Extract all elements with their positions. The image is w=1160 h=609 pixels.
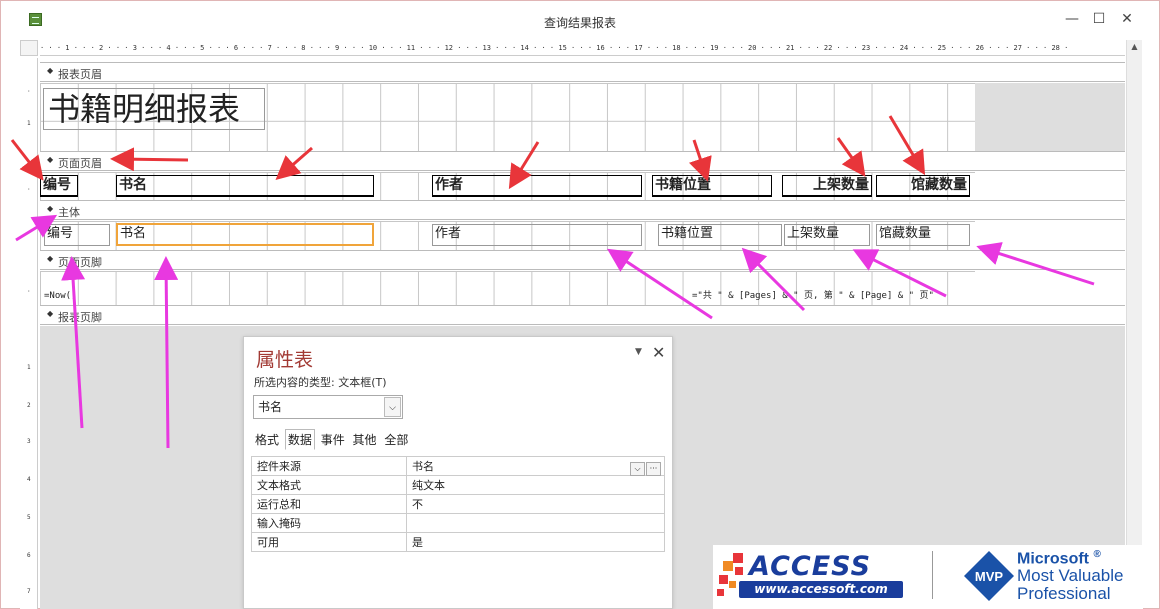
section-label: 页面页脚 <box>58 256 102 269</box>
header-label-author[interactable]: 作者 <box>432 175 642 197</box>
tab-other[interactable]: 其他 <box>351 430 379 451</box>
field-stock-textbox[interactable]: 馆藏数量 <box>876 224 970 246</box>
close-button[interactable]: ✕ <box>1113 7 1141 31</box>
band-detail[interactable]: ◆ 主体 <box>40 200 1125 220</box>
band-page-footer[interactable]: ◆ 页面页脚 <box>40 250 1125 270</box>
header-label-location[interactable]: 书籍位置 <box>652 175 772 197</box>
property-value[interactable]: 书名 <box>406 456 665 476</box>
close-icon[interactable]: ✕ <box>652 343 665 362</box>
vertical-ruler[interactable]: · 1 · · 1 2 3 4 5 6 7 <box>20 58 38 609</box>
property-grid: 控件来源 书名 文本格式 纯文本 运行总和不 输入掩码 可用是 <box>251 456 665 552</box>
field-name-textbox[interactable]: 书名 <box>116 223 374 246</box>
mvp-line-2: Most Valuable <box>1017 566 1124 585</box>
section-collapse-icon: ◆ <box>47 309 54 318</box>
report-title-label[interactable]: 书籍明细报表 <box>43 88 265 130</box>
section-label: 主体 <box>58 206 80 219</box>
property-tabs: 格式 数据 事件 其他 全部 <box>253 429 410 450</box>
section-label: 报表页脚 <box>58 311 102 324</box>
pane-menu-icon[interactable]: ▼ <box>635 347 642 357</box>
section-collapse-icon: ◆ <box>47 254 54 263</box>
mvp-line-3: Professional <box>1017 584 1111 603</box>
canvas-background <box>975 83 1125 151</box>
property-row[interactable]: 运行总和不 <box>251 494 665 514</box>
section-label: 报表页眉 <box>58 68 102 81</box>
horizontal-ruler[interactable]: · · · 1 · · · 2 · · · 3 · · · 4 · · · 5 … <box>40 40 1125 56</box>
field-shelved-textbox[interactable]: 上架数量 <box>784 224 870 246</box>
property-row[interactable]: 输入掩码 <box>251 513 665 533</box>
ms-name-text: Microsoft <box>1017 550 1089 568</box>
property-name: 控件来源 <box>251 456 407 476</box>
property-value[interactable]: 纯文本 <box>406 475 665 495</box>
window-title: 查询结果报表 <box>543 16 616 30</box>
tab-events[interactable]: 事件 <box>319 430 347 451</box>
header-label-name[interactable]: 书名 <box>116 175 374 197</box>
vertical-scrollbar[interactable]: ▲ <box>1126 40 1142 609</box>
mvp-text: MVP <box>975 569 1004 584</box>
band-report-header[interactable]: ◆ 报表页眉 <box>40 62 1125 82</box>
section-collapse-icon: ◆ <box>47 155 54 164</box>
property-row[interactable]: 控件来源 书名 <box>251 456 665 476</box>
footer-now-textbox[interactable]: =Now() <box>44 289 77 303</box>
mvp-badge-icon: MVP <box>964 551 1014 601</box>
tab-data[interactable]: 数据 <box>284 429 315 450</box>
tab-format[interactable]: 格式 <box>253 430 281 451</box>
report-selector[interactable] <box>20 40 38 56</box>
minimize-button[interactable]: — <box>1058 7 1086 31</box>
builder-ellipsis-button[interactable]: ··· <box>646 462 661 476</box>
access-brand-text: ACCESS <box>749 551 872 582</box>
property-sheet[interactable]: 属性表 ▼ ✕ 所选内容的类型: 文本框(T) 书名 ⌵ 格式 数据 事件 其他… <box>243 336 673 609</box>
section-collapse-icon: ◆ <box>47 204 54 213</box>
value-buttons: ⌵ ··· <box>629 460 661 476</box>
property-name: 文本格式 <box>251 475 407 495</box>
property-name: 运行总和 <box>251 494 407 514</box>
field-author-textbox[interactable]: 作者 <box>432 224 642 246</box>
section-label: 页面页眉 <box>58 157 102 170</box>
property-name: 输入掩码 <box>251 513 407 533</box>
property-row[interactable]: 文本格式 纯文本 <box>251 475 665 495</box>
footer-page-textbox[interactable]: ="共 " & [Pages] & " 页, 第 " & [Page] & " … <box>692 289 934 303</box>
divider <box>932 551 933 599</box>
header-label-stock[interactable]: 馆藏数量 <box>876 175 970 197</box>
selected-control-value: 书名 <box>258 400 283 414</box>
property-name: 可用 <box>251 532 407 552</box>
field-location-textbox[interactable]: 书籍位置 <box>658 224 782 246</box>
selection-type-label: 所选内容的类型: 文本框(T) <box>254 376 387 389</box>
section-collapse-icon: ◆ <box>47 66 54 75</box>
access-brand-url: www.accessoft.com <box>739 581 903 598</box>
scroll-up-arrow-icon[interactable]: ▲ <box>1127 40 1142 54</box>
maximize-button[interactable]: ☐ <box>1085 7 1113 31</box>
chevron-down-icon[interactable]: ⌵ <box>384 397 401 417</box>
property-value[interactable]: 是 <box>406 532 665 552</box>
header-label-shelved[interactable]: 上架数量 <box>782 175 872 197</box>
header-label-id[interactable]: 编号 <box>40 175 78 197</box>
band-report-footer[interactable]: ◆ 报表页脚 <box>40 305 1125 325</box>
property-value[interactable]: 不 <box>406 494 665 514</box>
control-selector-dropdown[interactable]: 书名 ⌵ <box>253 395 403 419</box>
property-sheet-title: 属性表 <box>256 349 314 371</box>
title-bar: 查询结果报表 — ☐ ✕ <box>1 1 1159 37</box>
band-page-header[interactable]: ◆ 页面页眉 <box>40 151 1125 171</box>
property-row[interactable]: 可用是 <box>251 532 665 552</box>
field-id-textbox[interactable]: 编号 <box>44 224 110 246</box>
ms-registered-mark: ® <box>1093 549 1101 560</box>
chevron-down-icon[interactable]: ⌵ <box>630 462 645 476</box>
property-value[interactable] <box>406 513 665 533</box>
tab-all[interactable]: 全部 <box>382 430 410 451</box>
branding-watermark: ACCESS www.accessoft.com MVP Microsoft ®… <box>713 545 1143 609</box>
